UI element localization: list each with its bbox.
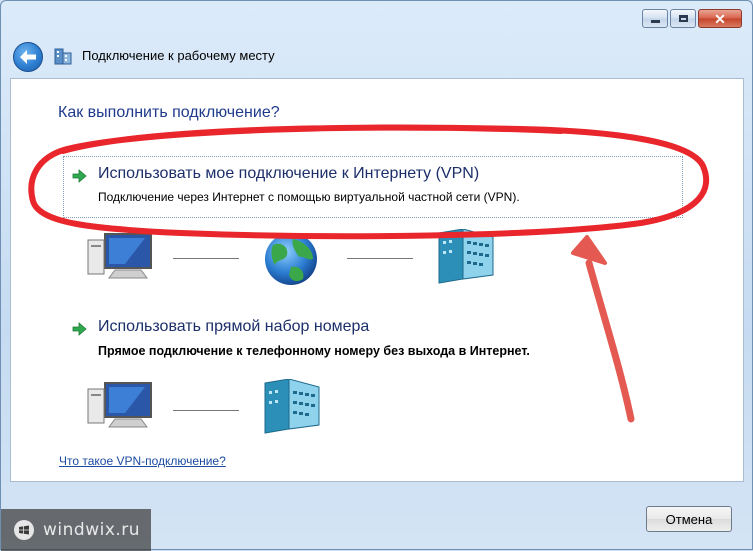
close-button[interactable]: ✕: [698, 9, 742, 28]
minimize-icon: [650, 20, 660, 23]
maximize-button[interactable]: [670, 9, 696, 28]
watermark-text: windwix.ru: [43, 520, 141, 540]
watermark: windwix.ru: [1, 509, 151, 551]
globe-icon: [265, 233, 317, 285]
cancel-button[interactable]: Отмена: [646, 506, 732, 532]
connection-line: [173, 410, 239, 411]
server-icon: [438, 229, 494, 284]
maximize-icon: [678, 15, 688, 22]
green-arrow-icon: [72, 322, 87, 336]
option-vpn-description: Подключение через Интернет с помощью вир…: [98, 190, 520, 204]
option-dialup-description: Прямое подключение к телефонному номеру …: [98, 344, 530, 358]
server-icon: [264, 379, 320, 434]
green-arrow-icon: [72, 169, 87, 183]
page-heading: Как выполнить подключение?: [58, 104, 280, 121]
connection-line: [173, 258, 239, 259]
back-arrow-icon: [20, 50, 36, 64]
option-vpn-title[interactable]: Использовать мое подключение к Интернету…: [98, 165, 479, 183]
windwix-logo-icon: [14, 520, 34, 540]
connection-line: [347, 258, 413, 259]
minimize-button[interactable]: [642, 9, 668, 28]
caption-buttons: ✕: [642, 9, 742, 28]
dialog-window: ✕ Подключение к рабочему месту Как выпол…: [0, 0, 753, 551]
computer-icon: [87, 233, 152, 279]
vpn-help-link[interactable]: Что такое VPN-подключение?: [59, 454, 226, 468]
option-dialup-title[interactable]: Использовать прямой набор номера: [98, 318, 369, 336]
close-icon: ✕: [714, 10, 726, 27]
window-title: Подключение к рабочему месту: [82, 48, 275, 63]
back-button[interactable]: [13, 42, 43, 72]
workplace-connection-icon: [54, 48, 72, 65]
computer-icon: [87, 382, 152, 428]
